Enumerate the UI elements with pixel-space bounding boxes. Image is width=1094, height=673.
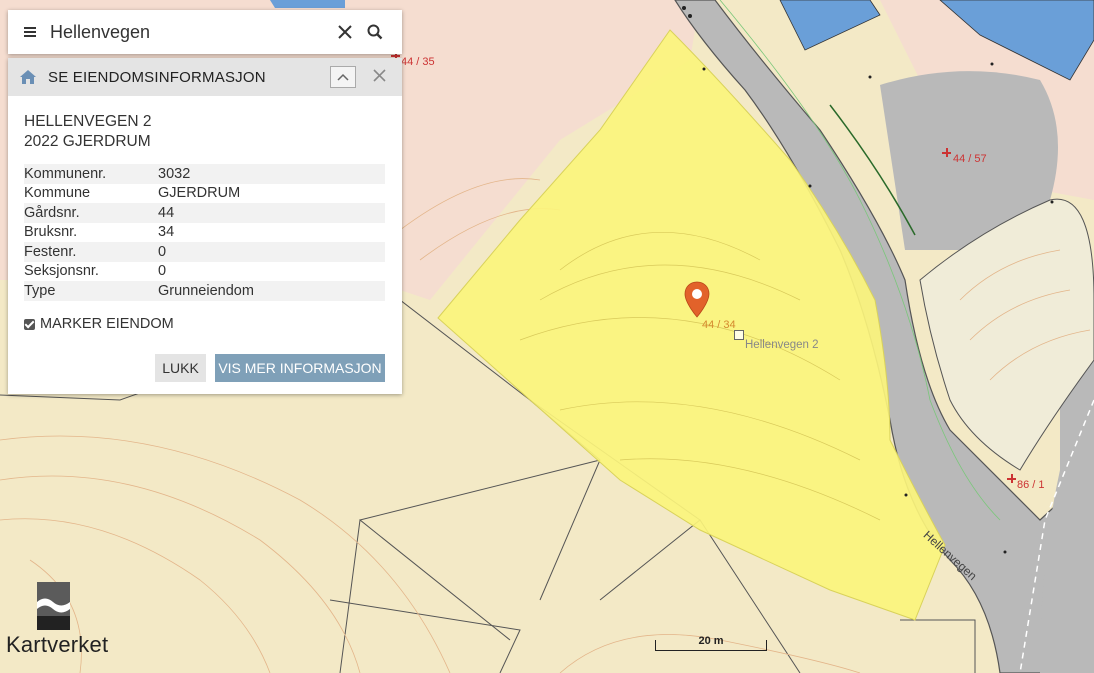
search-button[interactable] bbox=[360, 10, 390, 54]
property-value: 34 bbox=[158, 224, 175, 241]
property-value: Grunneiendom bbox=[158, 281, 385, 301]
property-value: GJERDRUM bbox=[158, 185, 241, 202]
property-value: 3032 bbox=[158, 164, 385, 184]
marker-label: MARKER EIENDOM bbox=[40, 316, 174, 332]
parcel-marker-86-1 bbox=[1007, 474, 1016, 483]
table-row: Seksjonsnr. 0 bbox=[24, 262, 385, 282]
panel-header: SE EIENDOMSINFORMASJON bbox=[8, 58, 402, 96]
parcel-label-44-35: 44 / 35 bbox=[401, 56, 435, 68]
property-value: 44 bbox=[158, 203, 385, 223]
marker-checkbox[interactable] bbox=[24, 318, 35, 330]
panel-close-button[interactable] bbox=[370, 66, 388, 84]
parcel-marker-44-57 bbox=[942, 148, 951, 157]
close-button[interactable]: LUKK bbox=[155, 354, 206, 382]
table-row: Type Grunneiendom bbox=[24, 281, 385, 301]
home-icon bbox=[20, 70, 36, 84]
scale-bar: 20 m bbox=[655, 633, 767, 651]
panel-title: SE EIENDOMSINFORMASJON bbox=[48, 68, 266, 86]
home-icon-wrap bbox=[8, 69, 48, 85]
property-address: HELLENVEGEN 2 2022 GJERDRUM bbox=[24, 112, 152, 152]
search-input[interactable] bbox=[50, 21, 330, 43]
address-point-marker bbox=[734, 330, 744, 340]
parcel-label-44-34: 44 / 34 bbox=[702, 319, 736, 331]
property-key: Kommunenr. bbox=[24, 164, 158, 184]
property-key: Festenr. bbox=[24, 242, 158, 262]
property-key: Seksjonsnr. bbox=[24, 263, 99, 280]
parcel-label-86-1: 86 / 1 bbox=[1017, 479, 1045, 491]
table-row: Kommune GJERDRUM bbox=[24, 184, 385, 204]
menu-button[interactable] bbox=[8, 10, 52, 54]
parcel-label-44-57: 44 / 57 bbox=[953, 153, 987, 165]
property-key: Bruksnr. bbox=[24, 224, 78, 241]
property-value: 0 bbox=[158, 263, 167, 280]
table-row: Gårdsnr. 44 bbox=[24, 203, 385, 223]
kartverket-logo-mark bbox=[37, 582, 70, 630]
menu-icon bbox=[24, 27, 36, 37]
marker-option: MARKER EIENDOM bbox=[24, 316, 174, 332]
property-key: Kommune bbox=[24, 185, 91, 202]
search-bar bbox=[8, 10, 402, 54]
logo-text: Kartverket bbox=[6, 632, 109, 657]
map-pin-icon[interactable] bbox=[684, 281, 710, 319]
table-row: Bruksnr. 34 bbox=[24, 223, 385, 243]
close-icon bbox=[372, 68, 386, 82]
scale-label: 20 m bbox=[698, 635, 724, 647]
address-label: Hellenvegen 2 bbox=[745, 339, 819, 351]
clear-search-button[interactable] bbox=[330, 10, 360, 54]
property-value: 0 bbox=[158, 242, 385, 262]
chevron-up-icon bbox=[337, 73, 349, 81]
property-info-panel: SE EIENDOMSINFORMASJON HELLENVEGEN 2 202… bbox=[8, 58, 402, 394]
address-line-1: HELLENVEGEN 2 bbox=[24, 113, 152, 130]
show-more-info-button[interactable]: VIS MER INFORMASJON bbox=[215, 354, 385, 382]
property-table: Kommunenr. 3032 Kommune GJERDRUM Gårdsnr. 4… bbox=[24, 164, 385, 301]
property-key: Type bbox=[24, 281, 158, 301]
search-icon bbox=[367, 24, 383, 40]
address-line-2: 2022 GJERDRUM bbox=[24, 133, 151, 150]
close-icon bbox=[338, 25, 352, 39]
collapse-button[interactable] bbox=[330, 66, 356, 88]
table-row: Festenr. 0 bbox=[24, 242, 385, 262]
table-row: Kommunenr. 3032 bbox=[24, 164, 385, 184]
building-3 bbox=[270, 0, 345, 8]
property-key: Gårdsnr. bbox=[24, 203, 158, 223]
